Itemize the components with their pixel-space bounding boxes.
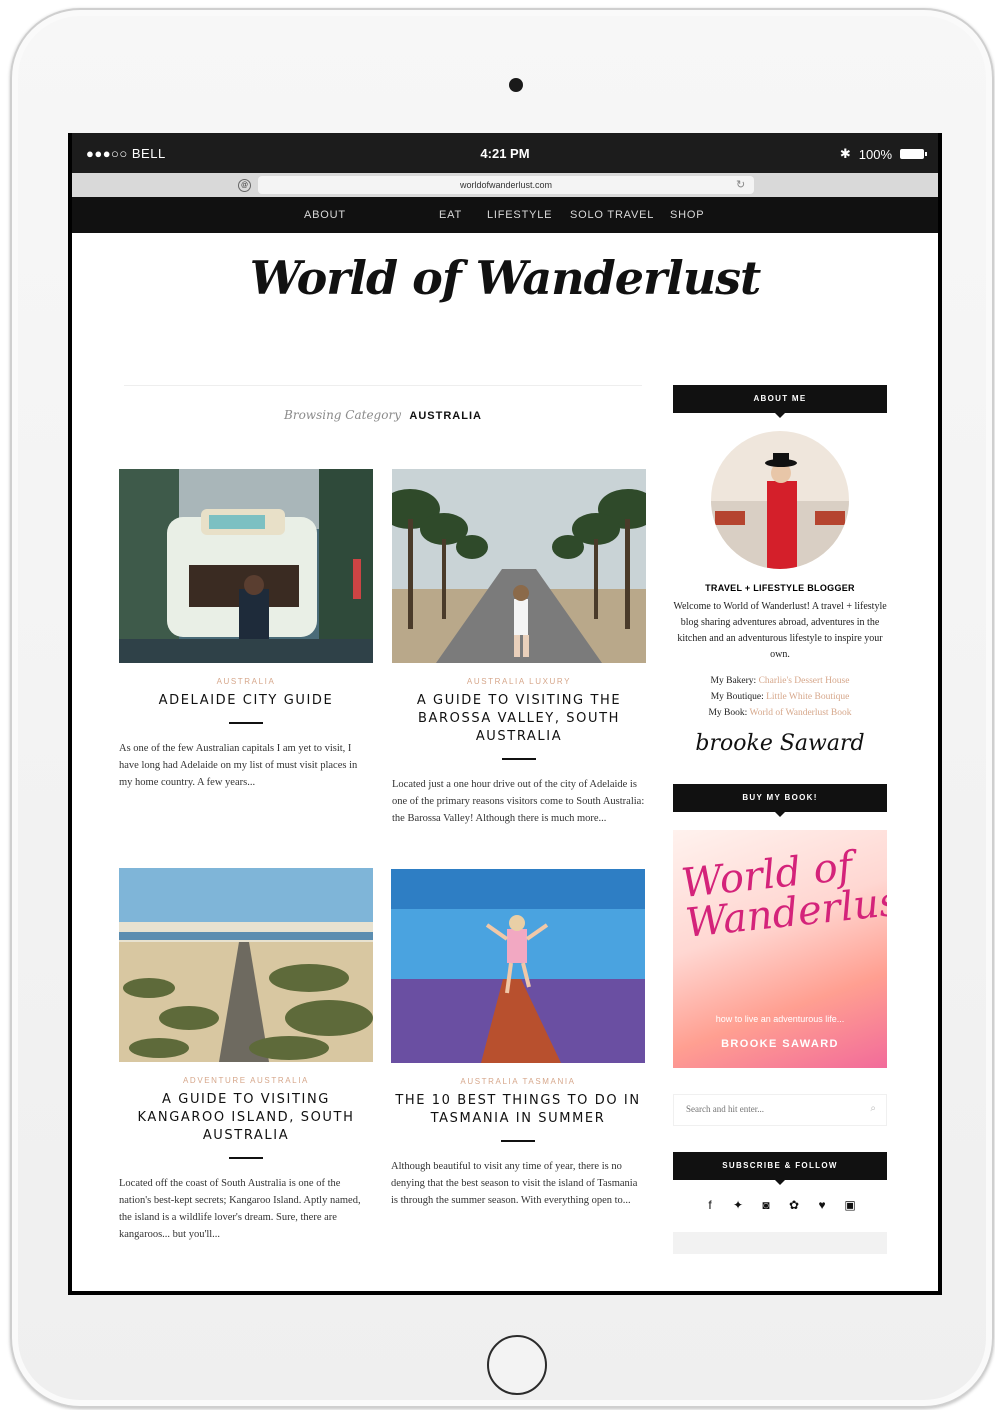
- about-text: Welcome to World of Wanderlust! A travel…: [673, 601, 887, 660]
- sidebar-next-widget: [673, 1232, 887, 1254]
- food-truck-image: [119, 469, 373, 663]
- home-button[interactable]: [487, 1335, 547, 1395]
- book-link[interactable]: World of Wanderlust Book: [750, 708, 852, 718]
- avatar: [711, 431, 849, 569]
- about-links: My Bakery: Charlie's Dessert House My Bo…: [673, 673, 887, 721]
- search-icon[interactable]: ⌕: [870, 1103, 876, 1114]
- category-header: Browsing Category AUSTRALIA: [124, 385, 642, 456]
- kangaroo-island-image: [119, 868, 373, 1062]
- twitter-icon[interactable]: ✦: [731, 1198, 745, 1212]
- nav-about[interactable]: ABOUT: [304, 209, 346, 221]
- post-title[interactable]: A GUIDE TO VISITING KANGAROO ISLAND, SOU…: [119, 1091, 373, 1145]
- youtube-icon[interactable]: ▣: [843, 1198, 857, 1212]
- divider: [229, 722, 263, 724]
- link-row: My Boutique: Little White Boutique: [673, 689, 887, 705]
- address-bar: @ worldofwanderlust.com ↻: [72, 173, 938, 197]
- nav-shop[interactable]: SHOP: [670, 209, 704, 221]
- bluetooth-icon: ✱: [839, 146, 851, 161]
- link-label: My Bakery:: [710, 676, 757, 686]
- boutique-link[interactable]: Little White Boutique: [766, 692, 849, 702]
- post-excerpt: Located off the coast of South Australia…: [119, 1178, 361, 1240]
- post-categories[interactable]: AUSTRALIA: [119, 677, 373, 686]
- post-categories[interactable]: ADVENTURE AUSTRALIA: [119, 1076, 373, 1085]
- post-excerpt: Although beautiful to visit any time of …: [391, 1161, 638, 1206]
- site-nav: ABOUT EAT LIFESTYLE SOLO TRAVEL SHOP: [72, 197, 938, 233]
- heart-icon[interactable]: ♥: [815, 1198, 829, 1212]
- post-title[interactable]: ADELAIDE CITY GUIDE: [119, 692, 373, 710]
- post-image[interactable]: [119, 469, 373, 663]
- nav-lifestyle[interactable]: LIFESTYLE: [487, 209, 552, 221]
- search-input[interactable]: [684, 1103, 858, 1115]
- bakery-link[interactable]: Charlie's Dessert House: [759, 676, 850, 686]
- instagram-icon[interactable]: ◙: [759, 1198, 773, 1212]
- url-field[interactable]: worldofwanderlust.com: [258, 176, 754, 194]
- divider: [502, 758, 536, 760]
- status-right: ✱ 100%: [839, 146, 927, 162]
- post-card[interactable]: AUSTRALIA ADELAIDE CITY GUIDE As one of …: [119, 469, 373, 791]
- post-title[interactable]: THE 10 BEST THINGS TO DO IN TASMANIA IN …: [391, 1092, 645, 1128]
- battery-label: 100%: [858, 146, 892, 162]
- reload-icon[interactable]: ↻: [736, 178, 745, 191]
- reader-icon[interactable]: @: [238, 179, 251, 192]
- sidebar: ABOUT ME TRAVEL + LIFESTYLE BLOGGER Welc…: [673, 385, 887, 1254]
- post-categories[interactable]: AUSTRALIA TASMANIA: [391, 1077, 645, 1086]
- post-image[interactable]: [392, 469, 646, 663]
- link-label: My Book:: [708, 708, 748, 718]
- post-card[interactable]: ADVENTURE AUSTRALIA A GUIDE TO VISITING …: [119, 868, 373, 1243]
- search-box: ⌕: [673, 1094, 887, 1126]
- book-cover-subtitle: how to live an adventurous life...: [715, 1014, 845, 1024]
- signature: brooke Saward: [695, 731, 865, 756]
- nav-solo-travel[interactable]: SOLO TRAVEL: [570, 209, 654, 221]
- browser-viewport: ●●●○○ BELL 4:21 PM ✱ 100% @ worldofwande…: [72, 133, 938, 1291]
- book-cover-author: BROOKE SAWARD: [721, 1038, 839, 1050]
- post-card[interactable]: AUSTRALIA TASMANIA THE 10 BEST THINGS TO…: [391, 869, 645, 1209]
- book-cover[interactable]: World of Wanderlust how to live an adven…: [673, 830, 887, 1068]
- nav-eat[interactable]: EAT: [439, 209, 462, 221]
- battery-icon: [900, 149, 927, 159]
- post-image[interactable]: [391, 869, 645, 1063]
- camera-icon: [509, 78, 523, 92]
- category-name: AUSTRALIA: [409, 410, 482, 422]
- clock: 4:21 PM: [480, 146, 530, 161]
- link-label: My Boutique:: [710, 692, 764, 702]
- about-widget-title: ABOUT ME: [673, 385, 887, 418]
- book-widget-title: BUY MY BOOK!: [673, 784, 887, 817]
- category-prefix: Browsing Category: [284, 408, 401, 422]
- post-title[interactable]: A GUIDE TO VISITING THE BAROSSA VALLEY, …: [392, 692, 646, 746]
- post-categories[interactable]: AUSTRALIA LUXURY: [392, 677, 646, 686]
- book-cover-title: World of Wanderlust: [679, 843, 887, 947]
- post-excerpt: Located just a one hour drive out of the…: [392, 779, 645, 824]
- social-icons: f ✦ ◙ ✿ ♥ ▣: [673, 1198, 887, 1212]
- divider: [501, 1140, 535, 1142]
- follow-widget-title: SUBSCRIBE & FOLLOW: [673, 1152, 887, 1185]
- divider: [229, 1157, 263, 1159]
- about-heading: TRAVEL + LIFESTYLE BLOGGER: [705, 583, 855, 593]
- post-card[interactable]: AUSTRALIA LUXURY A GUIDE TO VISITING THE…: [392, 469, 646, 827]
- palm-road-image: [392, 469, 646, 663]
- facebook-icon[interactable]: f: [703, 1198, 717, 1212]
- link-row: My Book: World of Wanderlust Book: [673, 705, 887, 721]
- post-image[interactable]: [119, 868, 373, 1062]
- link-row: My Bakery: Charlie's Dessert House: [673, 673, 887, 689]
- site-logo[interactable]: World of Wanderlust: [72, 251, 938, 305]
- post-excerpt: As one of the few Australian capitals I …: [119, 743, 358, 788]
- status-bar: ●●●○○ BELL 4:21 PM ✱ 100%: [72, 133, 938, 173]
- author-photo: [711, 431, 849, 569]
- pinterest-icon[interactable]: ✿: [787, 1198, 801, 1212]
- lavender-field-image: [391, 869, 645, 1063]
- screen: ●●●○○ BELL 4:21 PM ✱ 100% @ worldofwande…: [68, 133, 942, 1295]
